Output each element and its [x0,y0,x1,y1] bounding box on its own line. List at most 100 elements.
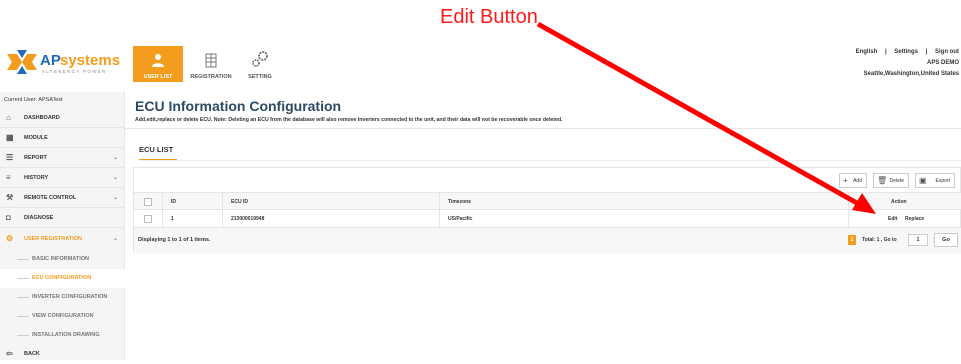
chevron-down-icon: ⌄ [113,175,119,181]
header-ecu-id[interactable]: ECU ID [222,193,439,209]
sidebar-item-report[interactable]: ☰ REPORT ⌄ [0,148,125,168]
sidebar-item-label: REPORT [24,155,47,161]
main-content: ECU Information Configuration Add,edit,r… [125,92,961,360]
sidebar-item-label: USER REGISTRATION [24,236,82,242]
cell-text: US/Pacific [448,216,473,222]
sidebar-item-module[interactable]: ▦ MODULE [0,128,125,148]
camera-icon: ◘ [6,213,11,222]
edit-link[interactable]: Edit [888,216,897,222]
ecu-table-panel: + Add 🗑 Delete ▣ Export ID ECU ID Timezo… [133,167,961,253]
topnav-user-list[interactable]: USER LIST [133,46,183,82]
sidebar-sub-inverter-configuration[interactable]: INVERTER CONFIGURATION [0,288,125,307]
settings-link[interactable]: Settings [894,49,918,55]
account-name: APS DEMO [926,60,959,66]
goto-page-input[interactable]: 1 [908,234,928,246]
replace-link[interactable]: Replace [905,216,924,222]
logo-mark-icon [7,50,37,74]
brand-name-ap: AP [40,52,61,69]
topnav-label: SETTING [248,74,272,80]
topnav-registration[interactable]: REGISTRATION [183,46,239,82]
grid-icon: ▦ [6,133,14,142]
sidebar-sub-installation-drawing[interactable]: INSTALLATION DRAWING [0,326,125,345]
header-timezone[interactable]: Timezone [439,193,848,209]
cell-ecu-id: 213000019948 [222,210,439,227]
divider [125,128,961,129]
header-checkbox-cell [134,193,162,209]
select-all-checkbox[interactable] [144,198,152,206]
plus-icon: + [843,176,848,185]
go-button[interactable]: Go [934,233,958,247]
trash-icon: 🗑 [877,176,888,185]
apsystems-logo[interactable]: AP systems ALTENERGY POWER [7,50,120,78]
page-description: Add,edit,replace or delete ECU. Note: De… [135,117,563,123]
delete-button[interactable]: 🗑 Delete [873,173,909,188]
topnav-setting[interactable]: SETTING [240,46,280,82]
chevron-down-icon: ⌄ [113,195,119,201]
wrench-icon: ⚒ [6,193,14,202]
sidebar-item-label: MODULE [24,135,48,141]
tree-line [17,259,29,260]
separator: | [884,49,887,55]
export-icon: ▣ [919,176,927,185]
topnav-label: REGISTRATION [190,74,232,80]
pagination-bar: Displaying 1 to 1 of 1 items. 1 Total: 1… [134,228,961,253]
sidebar-sub-view-configuration[interactable]: VIEW CONFIGURATION [0,307,125,326]
column-header-label: ID [171,199,176,205]
sidebar-item-back[interactable]: ⇦ BACK [0,344,125,364]
tree-line [17,335,29,336]
table-row: 1 213000019948 US/Pacific Edit Replace [134,210,961,228]
account-location: Seattle,Washington,United States [863,71,959,77]
chevron-down-icon: ⌄ [113,155,119,161]
top-links: English | Settings | Sign out [850,47,959,58]
page-number-button[interactable]: 1 [848,235,856,245]
cell-text: 1 [171,216,174,222]
sidebar-sub-label: BASIC INFORMATION [32,256,90,262]
sidebar-item-remote-control[interactable]: ⚒ REMOTE CONTROL ⌄ [0,188,125,208]
divider [139,160,961,161]
building-icon [205,53,217,68]
column-header-label: Action [891,199,907,205]
row-checkbox-cell [134,210,162,227]
sidebar-sub-ecu-configuration[interactable]: ECU CONFIGURATION [0,269,125,288]
gears-icon: ⚙ [6,234,14,243]
sidebar-item-label: REMOTE CONTROL [24,195,77,201]
row-checkbox[interactable] [144,215,152,223]
tab-ecu-list[interactable]: ECU LIST [139,145,177,161]
database-icon: ≡ [6,173,11,182]
header-id[interactable]: ID [162,193,222,209]
table-header: ID ECU ID Timezone Action [134,192,961,210]
export-label: Export [935,178,950,184]
sidebar-sub-label: VIEW CONFIGURATION [32,313,94,319]
tree-line [17,278,29,279]
cell-action: Edit Replace [848,210,961,227]
users-icon [152,54,164,67]
sidebar-item-diagnose[interactable]: ◘ DIAGNOSE [0,208,125,228]
table-toolbar: + Add 🗑 Delete ▣ Export [134,168,961,192]
sidebar-sub-label: INVERTER CONFIGURATION [32,294,108,300]
export-button[interactable]: ▣ Export [915,173,955,188]
column-header-label: ECU ID [231,199,248,205]
language-link[interactable]: English [856,49,878,55]
delete-label: Delete [889,178,904,184]
gears-icon [252,51,268,67]
pagination-total: Total: 1 , Go to [862,237,897,243]
sidebar-sub-basic-information[interactable]: BASIC INFORMATION [0,250,125,269]
signout-link[interactable]: Sign out [935,49,959,55]
brand-name-systems: systems [60,52,121,69]
add-label: Add [853,178,862,184]
list-icon: ☰ [6,153,14,162]
sidebar-sub-label: ECU CONFIGURATION [32,275,92,281]
top-right-account: English | Settings | Sign out APS DEMO S… [850,47,959,80]
pagination-summary: Displaying 1 to 1 of 1 items. [138,237,211,243]
sidebar-item-user-registration[interactable]: ⚙ USER REGISTRATION ⌄ [0,229,125,249]
add-button[interactable]: + Add [839,173,867,188]
home-icon: ⌂ [6,113,11,122]
separator: | [925,49,928,55]
sidebar-item-history[interactable]: ≡ HISTORY ⌄ [0,168,125,188]
sidebar-item-dashboard[interactable]: ⌂ DASHBOARD [0,108,125,128]
current-user-label: Current User: APSATest [4,97,63,103]
sidebar-sub-label: INSTALLATION DRAWING [32,332,100,338]
chevron-down-icon: ⌄ [113,236,119,242]
tree-line [17,316,29,317]
annotation-label: Edit Button [440,6,538,28]
